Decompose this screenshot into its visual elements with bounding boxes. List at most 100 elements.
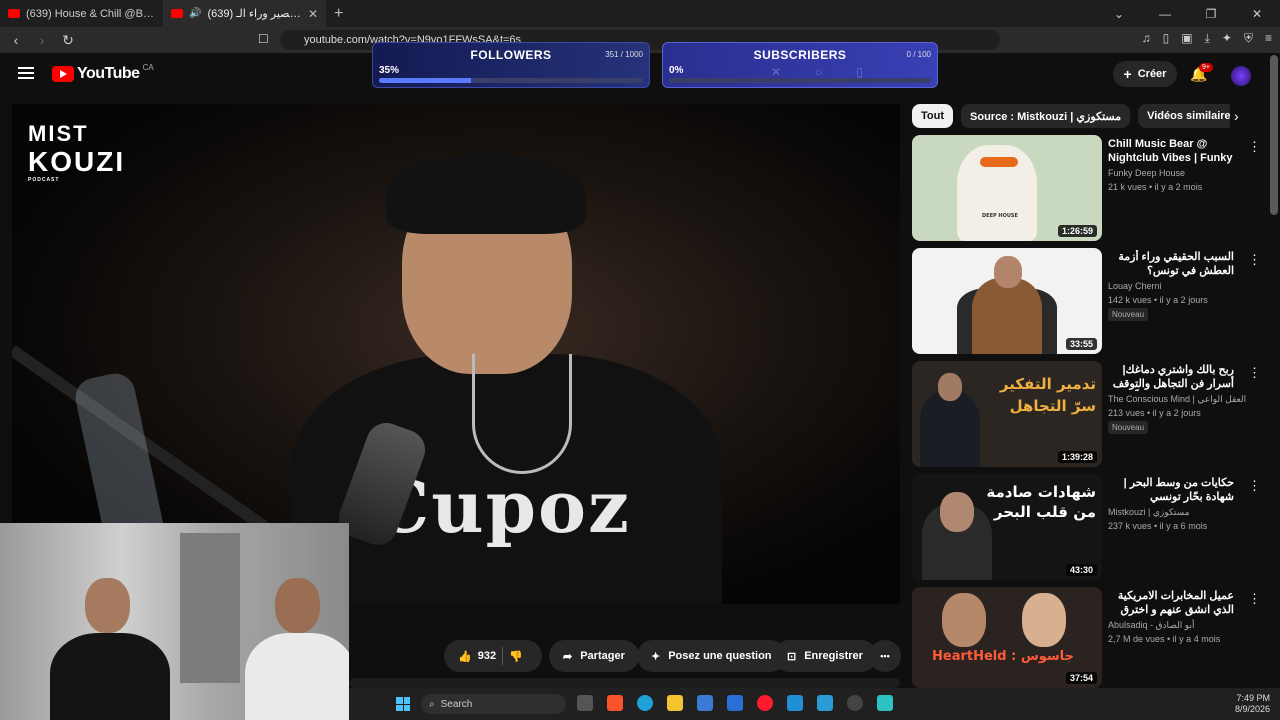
tab-house-chill[interactable]: (639) House & Chill @Bear's Den | Fu xyxy=(0,0,163,27)
close-window-button[interactable]: ✕ xyxy=(1234,7,1280,21)
video-title[interactable]: Chill Music Bear @ Nightclub Vibes | Fun… xyxy=(1108,137,1234,165)
wallet-icon[interactable]: ▣ xyxy=(1181,31,1192,46)
thumbs-down-icon[interactable]: 👎 xyxy=(509,650,523,663)
forward-icon[interactable]: › xyxy=(32,32,52,48)
duration-badge: 33:55 xyxy=(1065,338,1097,350)
followers-goal-count: 351 / 1000 xyxy=(605,50,643,59)
video-title[interactable]: حكايات من وسط البحر | شهادة بحّار تونسي xyxy=(1108,476,1234,504)
duration-badge: 43:30 xyxy=(1065,564,1097,576)
minimize-button[interactable]: — xyxy=(1142,7,1188,21)
create-button[interactable]: + Créer xyxy=(1113,61,1177,87)
taskbar-search[interactable]: ⌕ Search xyxy=(421,694,566,714)
more-vert-icon[interactable]: ⋮ xyxy=(1248,365,1261,381)
chevron-right-icon[interactable]: › xyxy=(1234,108,1239,124)
video-thumbnail[interactable]: شهادات صادمة من قلب البحر 43:30 xyxy=(912,474,1102,580)
audio-icon[interactable]: 🔊 xyxy=(189,8,201,19)
search-placeholder: Search xyxy=(440,698,473,710)
ask-question-button[interactable]: ✦ Posez une question xyxy=(637,640,786,672)
list-item[interactable]: DEEP HOUSE 1:26:59 Chill Music Bear @ Ni… xyxy=(912,135,1261,241)
maximize-button[interactable]: ❐ xyxy=(1188,7,1234,21)
subscribers-goal-count: 0 / 100 xyxy=(906,50,931,59)
tab-list-button[interactable]: ⌄ xyxy=(1096,7,1142,21)
more-vert-icon[interactable]: ⋮ xyxy=(1248,252,1261,268)
hamburger-menu-icon[interactable] xyxy=(18,67,34,79)
avatar[interactable] xyxy=(1231,66,1251,86)
clock-time: 7:49 PM xyxy=(1236,693,1270,703)
description-box[interactable] xyxy=(349,678,900,688)
windows-start-icon[interactable] xyxy=(396,697,410,711)
video-thumbnail[interactable]: DEEP HOUSE 1:26:59 xyxy=(912,135,1102,241)
mail-icon[interactable] xyxy=(727,695,743,711)
opera-icon[interactable] xyxy=(757,695,773,711)
more-actions-button[interactable]: ••• xyxy=(869,640,901,672)
channel-name[interactable]: Mistkouzi | مستكوزي xyxy=(1108,507,1189,518)
subscribers-progress-track xyxy=(669,78,931,83)
download-icon[interactable]: ⤓ xyxy=(1205,31,1210,46)
store-icon[interactable] xyxy=(697,695,713,711)
sidebar-icon[interactable]: ▯ xyxy=(1163,31,1170,46)
subscribers-goal-percent: 0% xyxy=(669,65,684,76)
system-clock[interactable]: 7:49 PM 8/9/2026 xyxy=(1235,693,1270,715)
youtube-favicon-icon xyxy=(171,9,183,18)
youtube-logo[interactable]: YouTube CA xyxy=(52,62,154,83)
share-button[interactable]: ➦ Partager xyxy=(549,640,639,672)
watermark-line-3: PODCAST xyxy=(28,177,60,183)
thumb-caption: DEEP HOUSE xyxy=(982,213,1018,219)
chip-similar[interactable]: Vidéos similaires xyxy=(1138,104,1230,128)
channel-name[interactable]: Funky Deep House xyxy=(1108,168,1185,178)
music-icon[interactable]: ♫ xyxy=(1142,31,1151,46)
tab-active-video[interactable]: 🔊 (639) شنوة يصير وراء الـ Live؟ ✕ xyxy=(163,0,326,27)
youtube-play-icon xyxy=(52,66,74,82)
bookmark-icon[interactable]: ☐ xyxy=(258,32,269,46)
video-title[interactable]: السبب الحقيقي وراء أزمة العطش في تونس؟ xyxy=(1108,250,1234,278)
followers-progress-track xyxy=(379,78,643,83)
video-meta: 2,7 M de vues • il y a 4 mois xyxy=(1108,634,1221,644)
share-icon: ➦ xyxy=(563,650,573,663)
video-title[interactable]: عميل المخابرات الامريكية الذي انشق عنهم … xyxy=(1108,589,1234,617)
notes-icon[interactable] xyxy=(877,695,893,711)
video-thumbnail[interactable]: HeartHeld : جاسوس 37:54 xyxy=(912,587,1102,688)
back-icon[interactable]: ‹ xyxy=(6,32,26,48)
window-controls: ⌄ — ❐ ✕ xyxy=(1096,0,1280,27)
app-icon[interactable] xyxy=(787,695,803,711)
chip-source[interactable]: Source : Mistkouzi | مستكوزي xyxy=(961,104,1131,128)
reload-icon[interactable]: ↻ xyxy=(58,32,78,49)
list-item[interactable]: شهادات صادمة من قلب البحر 43:30 حكايات م… xyxy=(912,474,1261,580)
chip-all[interactable]: Tout xyxy=(912,104,954,128)
new-tab-button[interactable]: + xyxy=(326,5,351,23)
menu-icon[interactable]: ≡ xyxy=(1265,31,1272,46)
list-item[interactable]: 33:55 السبب الحقيقي وراء أزمة العطش في ت… xyxy=(912,248,1261,354)
streamer-right-head xyxy=(275,578,320,633)
more-vert-icon[interactable]: ⋮ xyxy=(1248,139,1261,155)
thumb-caption: تدمير التفكير سرّ التجاهل xyxy=(999,375,1096,415)
video-thumbnail[interactable]: 33:55 xyxy=(912,248,1102,354)
like-dislike-group: 👍 932 👎 xyxy=(444,640,542,672)
shield-icon[interactable]: ⛨ xyxy=(1244,31,1253,46)
obs-icon[interactable] xyxy=(847,695,863,711)
list-item[interactable]: تدمير التفكير سرّ التجاهل 1:39:28 ربح با… xyxy=(912,361,1261,467)
ai-icon[interactable]: ✦ xyxy=(1222,31,1232,46)
edge-icon[interactable] xyxy=(637,695,653,711)
channel-name[interactable]: Abulsadiq - أبو الصادق xyxy=(1108,620,1194,631)
browser-toolbar-icons: ♫ ▯ ▣ ⤓ ✦ ⛨ ≡ xyxy=(1142,31,1272,46)
close-tab-icon[interactable]: ✕ xyxy=(308,7,318,21)
region-code: CA xyxy=(142,62,154,72)
brave-icon[interactable] xyxy=(607,695,623,711)
save-label: Enregistrer xyxy=(804,650,863,662)
save-button[interactable]: ⊡ Enregistrer xyxy=(773,640,877,672)
channel-name[interactable]: Louay Cherni xyxy=(1108,281,1162,291)
more-vert-icon[interactable]: ⋮ xyxy=(1248,591,1261,607)
task-view-icon[interactable] xyxy=(577,695,593,711)
video-thumbnail[interactable]: تدمير التفكير سرّ التجاهل 1:39:28 xyxy=(912,361,1102,467)
video-title[interactable]: ربح بالك واشتري دماغك| أسرار فن التجاهل … xyxy=(1108,363,1234,391)
more-vert-icon[interactable]: ⋮ xyxy=(1248,478,1261,494)
channel-name[interactable]: The Conscious Mind | العقل الواعي xyxy=(1108,394,1246,405)
file-explorer-icon[interactable] xyxy=(667,695,683,711)
background-door xyxy=(180,533,240,683)
list-item[interactable]: HeartHeld : جاسوس 37:54 عميل المخابرات ا… xyxy=(912,587,1261,688)
page-scrollbar[interactable] xyxy=(1270,55,1278,215)
browser-tab-bar: (639) House & Chill @Bear's Den | Fu 🔊 (… xyxy=(0,0,1280,27)
like-button[interactable]: 👍 932 xyxy=(458,650,496,663)
duration-badge: 1:39:28 xyxy=(1057,451,1097,463)
zed-icon[interactable] xyxy=(817,695,833,711)
